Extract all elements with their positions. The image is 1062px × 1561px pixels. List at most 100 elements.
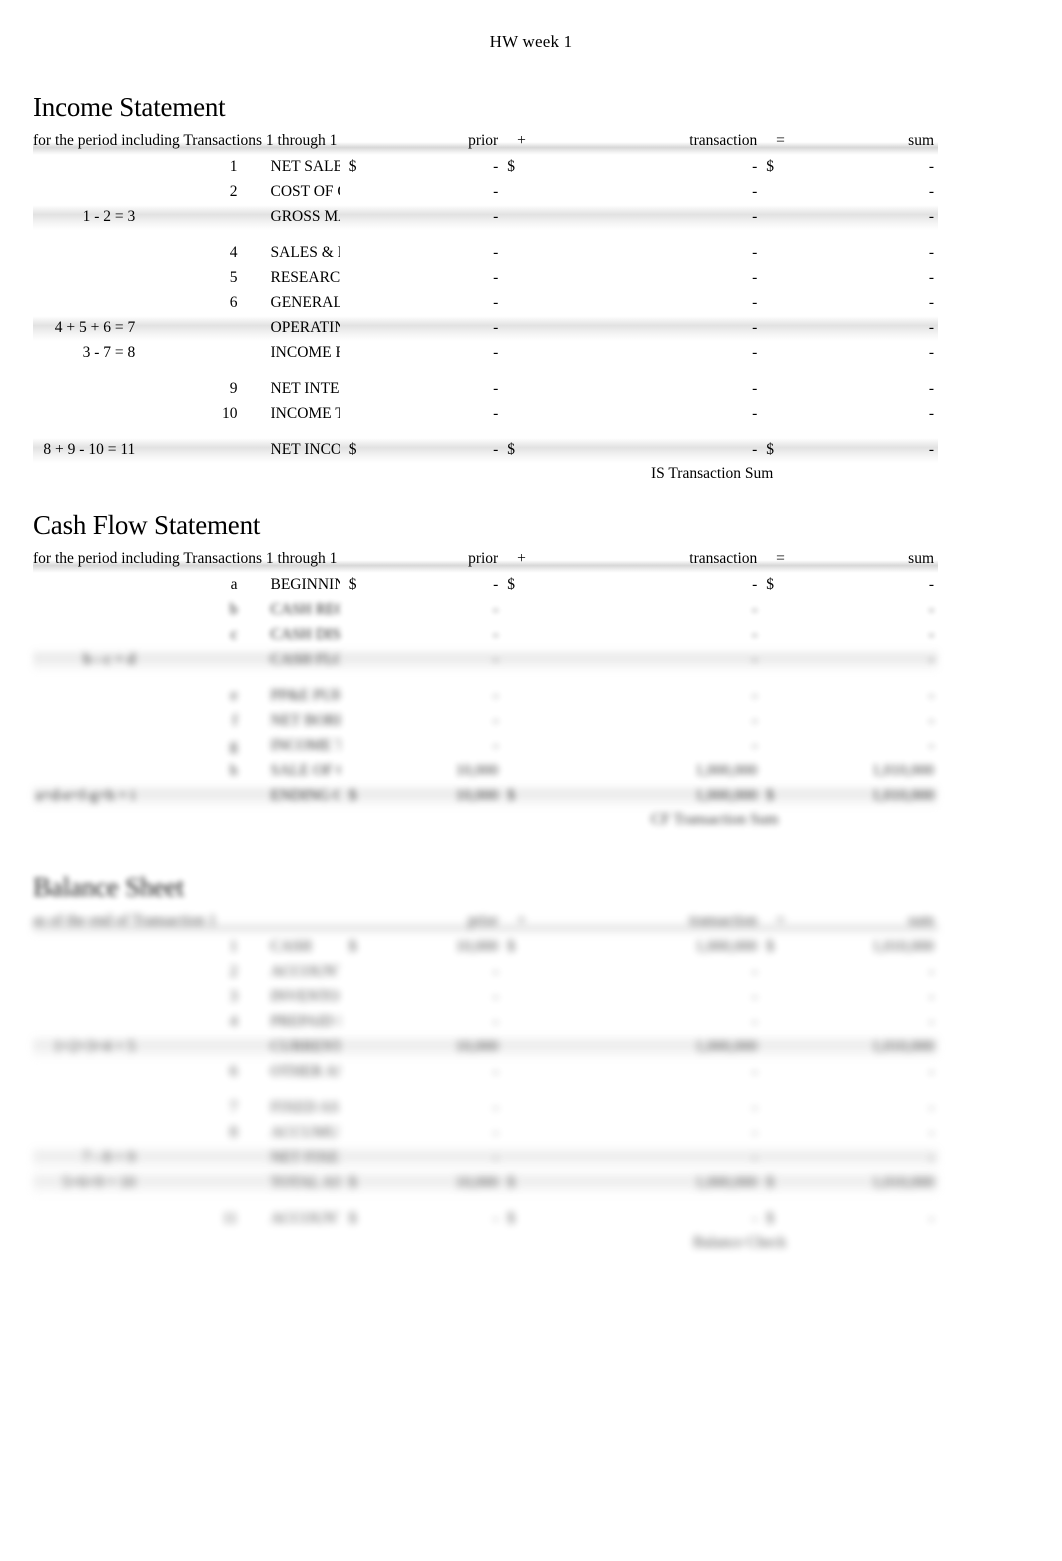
cf-transaction-sum-note: CF Transaction Sum [651, 810, 779, 828]
bs-row-code [135, 1170, 238, 1196]
bs-row-currency-transaction [498, 1145, 536, 1171]
cf-table-row: e PP&E PURCHASE - - - [33, 684, 938, 709]
bs-row-code: 1 [229, 938, 238, 956]
cf-row-currency-sum [757, 598, 794, 623]
bs-row-currency-prior [340, 1096, 377, 1121]
balance-sheet-body: as of the end of Transaction 1 prior + t… [33, 907, 938, 1232]
is-row-currency-prior [339, 315, 378, 341]
cash-flow-statement-title: Cash Flow Statement [33, 510, 261, 540]
bs-table-row: 6 OTHER ASSETS - - - [33, 1060, 938, 1085]
is-row-value-transaction: - [752, 380, 758, 398]
is-row-value-prior: - [377, 437, 499, 463]
bs-row-code: 11 [222, 1210, 238, 1228]
bs-row-label: ACCOUNTS PAYABLE [270, 1210, 340, 1228]
is-row-currency-transaction [498, 402, 535, 427]
bs-table-row: 1+2+3+4 = 5 CURRENT ASSETS 10,000 1,000,000… [33, 1034, 938, 1060]
is-transaction-sum-note: IS Transaction Sum [651, 464, 774, 482]
bs-row-label: FIXED ASSETS AT COST [270, 1099, 340, 1117]
cf-row-currency-sum [757, 684, 794, 709]
cf-row-code: e [230, 687, 238, 705]
is-table-row: 6 GENERAL & ADMINISTRATIVE - - - [33, 291, 938, 316]
is-row-value-prior: - [377, 315, 499, 341]
cf-table-row: f NET BORROWINGS - - - [33, 709, 938, 734]
cash-flow-statement-body: for the period including Transactions 1 … [33, 545, 938, 809]
bs-row-value-sum: - [928, 1013, 934, 1031]
bs-table-row: 8 ACCUMULATED DEPRECIATION - - - [33, 1121, 938, 1146]
is-row-code: 10 [222, 405, 238, 423]
bs-header-prior: prior [377, 907, 499, 935]
cf-row-code: c [230, 626, 238, 644]
is-row-label: SALES & MARKETING [270, 244, 340, 262]
is-row-currency-transaction [498, 341, 535, 366]
bs-table-row: 2 ACCOUNTS RECEIVABLE - - - [33, 960, 938, 985]
bs-row-currency-sum: $ [766, 938, 775, 956]
cf-row-value-sum: - [928, 687, 934, 705]
bs-row-value-sum: 1,010,000 [794, 1170, 938, 1196]
cash-flow-statement-table: for the period including Transactions 1 … [33, 545, 938, 809]
is-row-value-sum: - [794, 315, 938, 341]
cf-row-value-transaction: - [752, 601, 758, 619]
is-header-sum: sum [794, 127, 938, 155]
cf-row-currency-prior [340, 684, 377, 709]
is-row-currency-transaction: $ [507, 158, 515, 176]
bs-row-value-prior: - [493, 1099, 499, 1117]
cf-row-code [135, 647, 238, 673]
cf-row-currency-transaction [498, 734, 535, 759]
is-row-label: NET INCOME [237, 437, 340, 463]
is-row-currency-sum [757, 266, 794, 291]
bs-row-spacer [33, 1085, 938, 1096]
cf-row-currency-prior: $ [339, 783, 378, 809]
bs-row-reference: 1+2+3+4 = 5 [33, 1034, 136, 1060]
cf-row-value-prior: - [493, 576, 499, 594]
is-table-row: 4 + 5 + 6 = 7 OPERATING EXPENSE - - - [33, 315, 938, 341]
cf-row-label: CASH RECEIPTS [270, 601, 340, 619]
is-table-row: 10 INCOME TAXES - - - [33, 402, 938, 427]
bs-row-label: INVENTORIES [270, 988, 340, 1006]
bs-row-value-transaction: - [752, 963, 758, 981]
cf-row-currency-sum [757, 709, 794, 734]
bs-header-transaction: transaction [535, 907, 758, 935]
cf-row-reference [33, 598, 135, 623]
bs-row-currency-transaction [498, 985, 535, 1010]
is-period-label: for the period including Transactions 1 … [33, 127, 340, 155]
bs-row-value-transaction: - [752, 988, 758, 1006]
is-row-value-sum: - [928, 405, 934, 423]
is-row-value-prior: - [493, 294, 499, 312]
is-row-label: RESEARCH & DEVELOPMENT [270, 269, 340, 287]
bs-row-value-prior: 10,000 [377, 1170, 499, 1196]
bs-table-row: 7 - 8 = 9 NET FIXED ASSETS - - - [33, 1145, 938, 1171]
cf-row-value-sum: 1,010,000 [794, 783, 938, 809]
is-row-currency-sum [757, 402, 794, 427]
income-statement-table: for the period including Transactions 1 … [33, 127, 938, 463]
is-row-currency-sum [757, 204, 795, 230]
bs-row-reference [33, 985, 135, 1010]
bs-row-value-prior: - [493, 988, 499, 1006]
is-header-equals: = [757, 127, 795, 155]
bs-row-value-prior: - [493, 1124, 499, 1142]
cf-row-code [135, 783, 238, 809]
is-row-currency-sum: $ [766, 158, 775, 176]
is-row-code: 4 [229, 244, 238, 262]
cf-row-label: PP&E PURCHASE [270, 687, 340, 705]
bs-row-value-prior: - [493, 963, 499, 981]
cf-row-currency-prior [340, 598, 377, 623]
bs-header-sum: sum [794, 907, 938, 935]
cf-row-currency-transaction [498, 759, 535, 784]
is-row-currency-prior [340, 241, 377, 266]
is-row-value-sum: - [928, 158, 934, 176]
cf-row-currency-transaction: $ [498, 783, 536, 809]
cf-row-value-transaction: - [752, 737, 758, 755]
bs-row-code: 6 [229, 1063, 238, 1081]
is-row-value-transaction: - [752, 294, 758, 312]
cf-row-spacer [33, 673, 938, 684]
bs-row-currency-sum [757, 1010, 794, 1035]
cf-row-value-sum: 1,010,000 [872, 762, 934, 780]
cf-row-currency-prior [339, 647, 378, 673]
bs-row-currency-prior [340, 960, 377, 985]
cf-row-label: BEGINNING CASH BALANCE [270, 576, 340, 594]
is-row-currency-prior [340, 377, 377, 402]
is-row-value-transaction: - [535, 315, 758, 341]
bs-row-currency-prior [340, 985, 377, 1010]
bs-row-label: CURRENT ASSETS [237, 1034, 340, 1060]
is-row-currency-transaction [498, 204, 536, 230]
